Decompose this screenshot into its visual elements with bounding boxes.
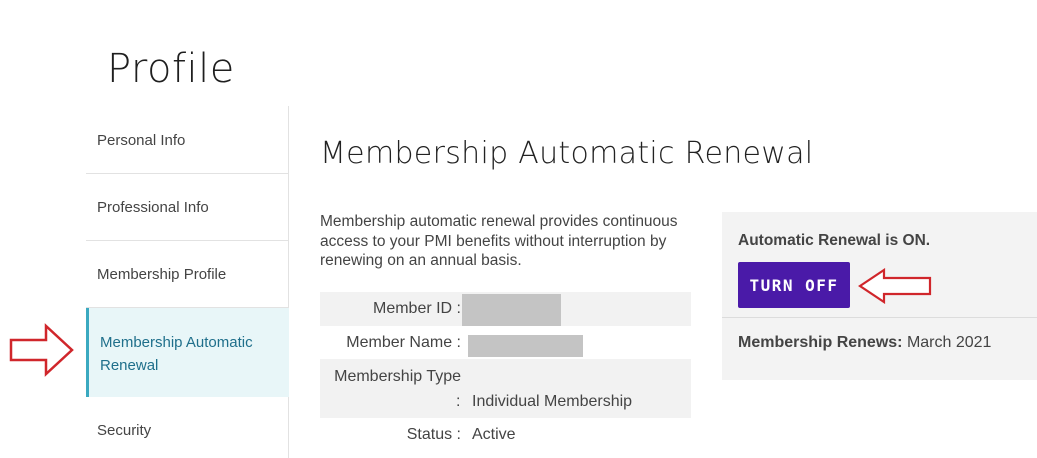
member-name-redacted [468,335,583,357]
member-id-redacted [462,294,561,326]
section-title: Membership Automatic Renewal [320,136,814,171]
turn-off-button[interactable]: TURN OFF [738,262,850,308]
renewal-description: Membership automatic renewal provides co… [320,213,678,269]
membership-type-value: Individual Membership [472,393,633,410]
member-name-row: Member Name : [320,326,691,359]
membership-type-label: Membership Type [334,368,461,385]
sidebar-item-security[interactable]: Security [86,397,289,458]
status-label: Status : [406,426,461,443]
sidebar-item-personal-info[interactable]: Personal Info [86,106,289,174]
sidebar-item-membership-automatic-renewal[interactable]: Membership Automatic Renewal [86,308,289,397]
member-id-label: Member ID : [372,300,461,317]
member-name-label: Member Name : [346,334,461,351]
status-value: Active [472,426,516,443]
membership-renews-label: Membership Renews: [738,334,903,351]
profile-sidebar: Personal Info Professional Info Membersh… [86,106,289,458]
membership-renews-value: March 2021 [906,334,992,351]
membership-details: Member ID : Member Name : Membership Typ… [320,292,691,452]
membership-type-colon: : [456,393,461,410]
page-title: Profile [107,46,235,92]
annotation-arrow-right-icon [9,323,74,377]
panel-divider [722,317,1037,318]
membership-type-row: Membership Type : Individual Membership [320,359,691,418]
status-row: Status : Active [320,418,691,452]
sidebar-item-professional-info[interactable]: Professional Info [86,174,289,241]
renewal-status-text: Automatic Renewal is ON. [738,232,931,249]
member-id-row: Member ID : [320,292,691,326]
sidebar-item-membership-profile[interactable]: Membership Profile [86,241,289,308]
membership-renews: Membership Renews: March 2021 [738,334,991,352]
annotation-arrow-left-icon [858,268,932,304]
